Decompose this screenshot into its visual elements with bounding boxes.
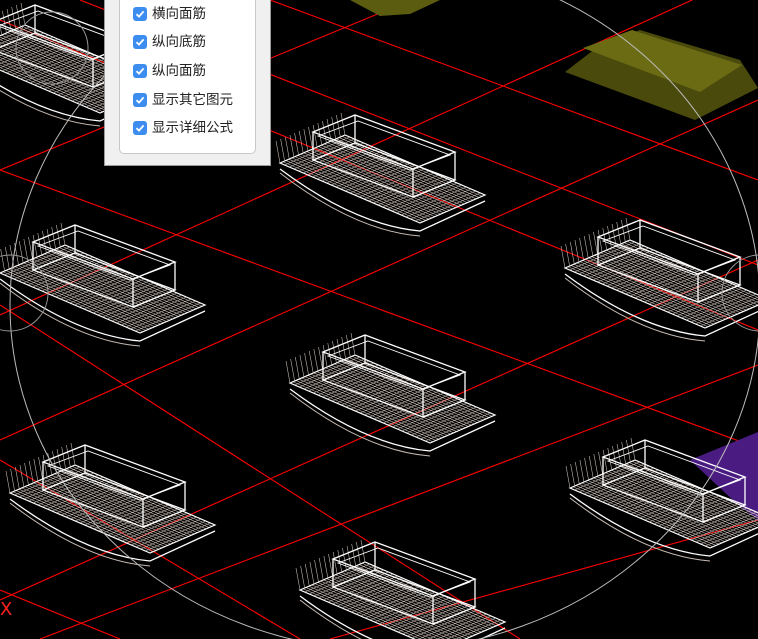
option-label: 纵向底筋 — [152, 34, 206, 50]
checkbox-checked-icon[interactable] — [133, 64, 147, 78]
option-transverse-top-rebar[interactable]: 横向面筋 — [133, 4, 206, 24]
checkbox-checked-icon[interactable] — [133, 35, 147, 49]
footing-rebar-cage — [285, 332, 497, 457]
footing-rebar-cage — [5, 442, 217, 567]
footing-rebar-cage — [275, 112, 487, 237]
option-label: 显示其它图元 — [152, 92, 233, 108]
option-show-detailed-formula[interactable]: 显示详细公式 — [133, 118, 233, 138]
purple-element — [690, 432, 758, 520]
display-options-list: 横向面筋 纵向底筋 纵向面筋 显示其它图元 显示详细公式 — [119, 0, 256, 154]
option-label: 纵向面筋 — [152, 63, 206, 79]
display-options-panel: 横向面筋 纵向底筋 纵向面筋 显示其它图元 显示详细公式 — [104, 0, 271, 166]
footing-rebar-cage — [560, 217, 758, 342]
grid-line — [0, 459, 301, 639]
option-label: 显示详细公式 — [152, 120, 233, 136]
option-show-other-elements[interactable]: 显示其它图元 — [133, 90, 233, 110]
footing-rebar-cage — [0, 222, 207, 347]
slab-elements — [350, 0, 758, 520]
checkbox-checked-icon[interactable] — [133, 7, 147, 21]
checkbox-checked-icon[interactable] — [133, 121, 147, 135]
footing-rebar-cage — [295, 539, 507, 639]
option-label: 横向面筋 — [152, 6, 206, 22]
x-axis-label: X — [0, 599, 13, 620]
option-longitudinal-bottom-rebar[interactable]: 纵向底筋 — [133, 32, 206, 52]
slab-element — [350, 0, 440, 16]
option-longitudinal-top-rebar[interactable]: 纵向面筋 — [133, 61, 206, 81]
checkbox-checked-icon[interactable] — [133, 93, 147, 107]
